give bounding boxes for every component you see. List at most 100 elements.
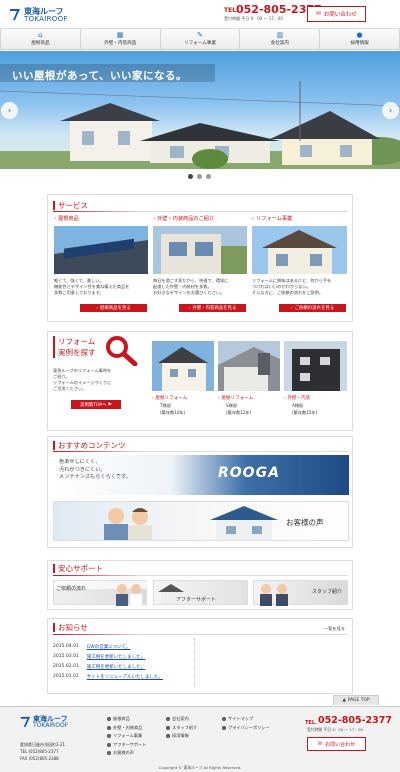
logo-mark-icon[interactable] <box>9 7 21 21</box>
support-flow-label: ご依頼の流れ <box>56 586 87 592</box>
slider-next-button[interactable]: › <box>382 102 399 119</box>
news-item[interactable]: 2015.02.01 施工例を更新いたしました。 <box>53 664 145 670</box>
service-roof-text: 軽くて、強くて、美しい。 機能性とデザイン性を兼ね備えた商品を 多数ご用意してお… <box>54 278 130 295</box>
news-link[interactable]: 施工例を更新いたしました。 <box>87 654 146 660</box>
footer-link[interactable]: › プライバシーポリシー <box>222 725 270 731</box>
service-reform-heading[interactable]: › リフォーム事業 <box>252 215 292 223</box>
divider <box>53 634 348 635</box>
examples-top-button[interactable]: 実例集TOPへ ▶ <box>71 400 121 409</box>
rooga-banner[interactable]: 色あせしにくく、 汚れがつきにくい。 メンテナンスもらくらくです。 ROOGA <box>53 455 349 495</box>
footer-hours: 受付時間 平日 9：00 ～ 17：00 <box>307 727 363 732</box>
services-title: サービス <box>53 200 88 211</box>
news-item[interactable]: 2015.03.01 施工例を更新いたしました。 <box>53 654 145 660</box>
reform-house-image[interactable] <box>252 226 347 274</box>
service-roof-heading[interactable]: › 屋根商品 <box>54 215 79 223</box>
footer-address: 愛知県日進市浅田町2-21 <box>20 742 66 747</box>
mail-icon: ✉ <box>317 741 323 747</box>
slider-dot[interactable] <box>206 174 211 179</box>
chevron-right-icon: › <box>388 105 393 116</box>
wall-products-button[interactable]: › 外壁・内装商品を見る <box>179 304 246 312</box>
news-title: お知らせ <box>53 622 88 633</box>
logo-english[interactable]: TOKAIROOF <box>24 15 68 23</box>
nav-label: 屋根商品 <box>31 41 50 46</box>
example-2-age: (築年数12年) <box>226 410 252 415</box>
contact-button[interactable]: ✉ お問い合わせ <box>307 6 366 22</box>
news-item[interactable]: 2015.04.01 GWの営業について。 <box>53 644 130 650</box>
footer-link[interactable]: › 採用情報 <box>166 733 197 739</box>
category-label: 屋根リフォーム <box>155 396 188 401</box>
support-staff-card[interactable]: スタッフ紹介 <box>253 580 348 606</box>
divider <box>53 451 348 452</box>
nav-label: 外壁・内装商品 <box>104 41 137 46</box>
page-top-button[interactable]: ▲ PAGE TOP <box>333 695 379 705</box>
chevron-right-icon: › <box>222 725 226 730</box>
footer-link[interactable]: › サイトマップ <box>222 716 270 722</box>
slider-prev-button[interactable]: ‹ <box>1 102 18 119</box>
footer-link[interactable]: › アフターサポート <box>107 742 146 748</box>
support-flow-card[interactable]: ご依頼の流れ <box>53 580 148 606</box>
example-1-name: T様邸 <box>160 403 171 408</box>
support-after-card[interactable]: アフターサポート <box>153 580 248 605</box>
footer-link[interactable]: › スタッフ紹介 <box>166 725 197 731</box>
news-date: 2015.04.01 <box>53 644 79 649</box>
reform-flow-button[interactable]: › ご依頼の流れを見る <box>279 304 346 312</box>
example-image-3[interactable] <box>284 341 347 391</box>
news-list-link[interactable]: 一覧を見る <box>324 626 345 632</box>
support-staff-label: スタッフ紹介 <box>312 589 343 595</box>
footer-phone[interactable]: 052-805-2377 <box>318 715 392 726</box>
example-image-2[interactable] <box>218 341 280 391</box>
header-hours: 受付時間 平日 9：00 ～ 17：00 <box>224 16 283 21</box>
chevron-right-icon: › <box>153 215 156 222</box>
chevron-right-icon: › <box>96 305 98 311</box>
chevron-right-icon: › <box>166 717 170 721</box>
footer-link[interactable]: › 会社案内 <box>166 716 197 722</box>
service-wall-heading[interactable]: › 外壁・内装商品のご紹介 <box>153 215 214 223</box>
footer-link[interactable]: › お客様の声 <box>107 750 146 756</box>
magnifier-icon <box>106 336 138 366</box>
news-link[interactable]: 施工例を更新いたしました。 <box>87 664 146 670</box>
nav-item-roof[interactable]: ⌂ 屋根商品 <box>0 29 81 49</box>
solar-roof-image[interactable] <box>54 226 148 274</box>
news-link[interactable]: サイトをリニューアルいたしました。 <box>87 674 163 680</box>
global-nav: ⌂ 屋根商品 ▦ 外壁・内装商品 ✎ リフォーム事業 ▥ 会社案内 ● 採用情報 <box>0 28 400 50</box>
reform-title-line2: 実例を探す <box>58 348 96 357</box>
roof-products-button[interactable]: › 屋根商品を見る <box>80 304 147 312</box>
hero-slider[interactable]: いい屋根があって、いい家になる。 <box>0 51 400 169</box>
footer-link-label: プライバシーポリシー <box>228 724 270 730</box>
triangle-right-icon: ▶ <box>108 402 112 407</box>
nav-item-wall[interactable]: ▦ 外壁・内装商品 <box>81 29 161 49</box>
contact-button-label: お問い合わせ <box>323 12 357 18</box>
footer-logo-english[interactable]: TOKAIROOF <box>33 722 68 729</box>
news-link[interactable]: GWの営業について。 <box>87 644 131 650</box>
footer-link[interactable]: › 外壁・内装商品 <box>107 725 146 731</box>
example-2-category: › 屋根リフォーム <box>218 395 253 401</box>
footer-tel: TEL (052)805-2377 <box>20 749 59 754</box>
chevron-right-icon: › <box>107 742 111 747</box>
chevron-right-icon: › <box>290 305 293 311</box>
site-header: 東海ルーフ TOKAIROOF TEL. 052-805-2377 受付時間 平… <box>0 0 400 28</box>
news-item[interactable]: 2015.01.01 サイトをリニューアルいたしました。 <box>53 674 163 680</box>
chevron-right-icon: › <box>222 717 226 721</box>
slider-dot[interactable] <box>197 174 202 179</box>
button-label: 実例集TOPへ <box>80 402 107 408</box>
nav-item-reform[interactable]: ✎ リフォーム事業 <box>161 29 241 49</box>
nav-item-recruit[interactable]: ● 採用情報 <box>320 29 400 49</box>
slider-dots <box>188 174 211 179</box>
slider-dot[interactable] <box>188 174 193 179</box>
footer-link[interactable]: › 屋根商品 <box>107 716 146 722</box>
roof-icon: ⌂ <box>38 31 43 39</box>
service-reform-text: リフォームに興味はあるけど、何から手を つければいいのかわからない。 そんな方に… <box>252 278 332 295</box>
chevron-right-icon: › <box>188 305 191 311</box>
footer-col-2: › 会社案内 › スタッフ紹介 › 採用情報 <box>166 716 197 739</box>
reform-title-line1: リフォーム <box>58 337 96 346</box>
footer-link[interactable]: › リフォーム事業 <box>107 733 146 739</box>
customer-voice-banner[interactable]: お客様の声 <box>53 501 349 541</box>
nav-item-company[interactable]: ▥ 会社案内 <box>240 29 321 49</box>
wall-house-image[interactable] <box>153 226 247 274</box>
footer-tel-prefix: TEL. <box>305 720 317 726</box>
service-title: 屋根商品 <box>58 216 79 222</box>
example-image-1[interactable] <box>152 341 214 391</box>
divider <box>53 211 348 212</box>
footer-logo-mark-icon[interactable] <box>20 715 31 728</box>
footer-contact-button[interactable]: ✉ お問い合わせ <box>307 737 366 751</box>
